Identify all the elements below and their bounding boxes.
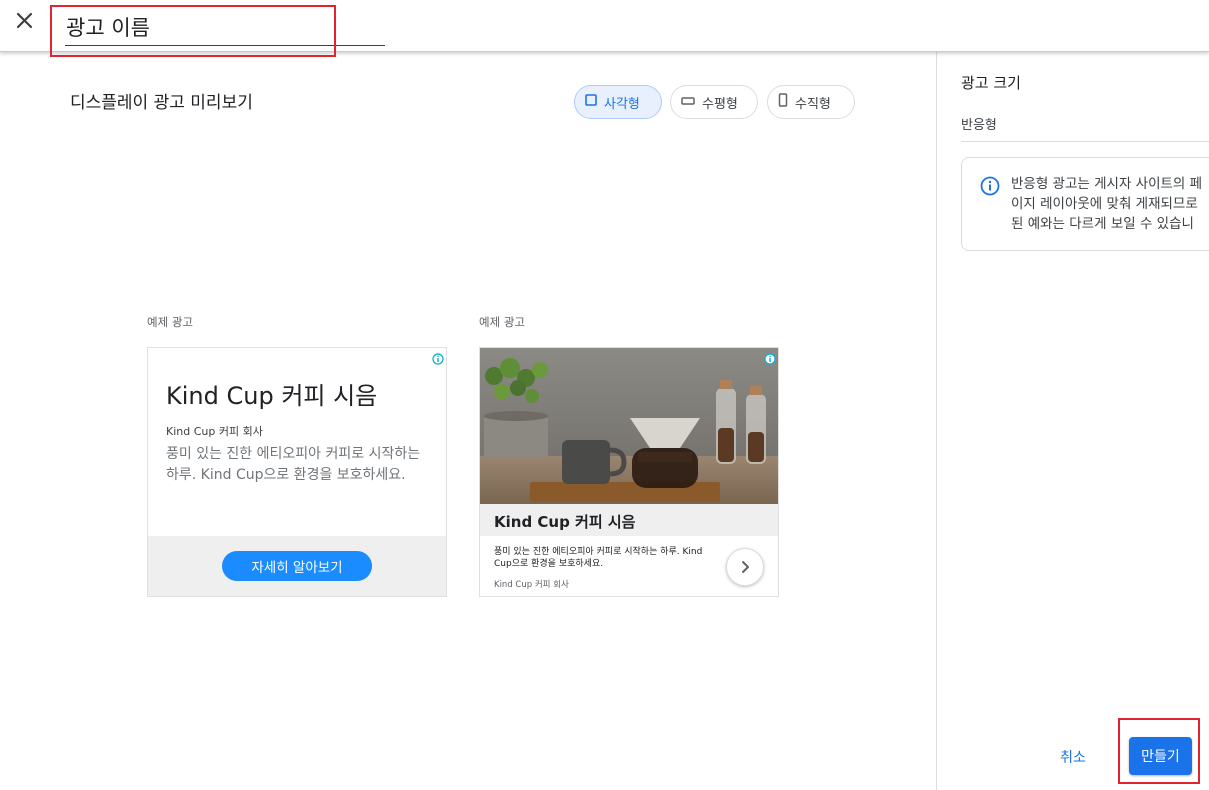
adchoices-info-icon[interactable] — [432, 350, 444, 369]
format-label: 사각형 — [604, 96, 640, 112]
create-button[interactable]: 만들기 — [1129, 737, 1192, 775]
info-line: 이지 레이아웃에 맞춰 게재되므로 — [1011, 196, 1198, 212]
info-text: 반응형 광고는 게시자 사이트의 페 이지 레이아웃에 맞춰 게재되므로 된 예… — [1011, 174, 1209, 234]
format-horizontal-toggle[interactable]: 수평형 — [670, 85, 758, 119]
learn-more-button[interactable]: 자세히 알아보기 — [222, 551, 372, 581]
panel-divider — [936, 52, 937, 790]
ad-size-title: 광고 크기 — [961, 74, 1021, 92]
sample-ad-text: Kind Cup 커피 시음 Kind Cup 커피 회사 풍미 있는 진한 에… — [147, 347, 447, 597]
ad-description: 풍미 있는 진한 에티오피아 커피로 시작하는 하루. Kind Cup으로 환… — [166, 446, 421, 483]
coffee-photo — [480, 348, 778, 504]
ad-headline: Kind Cup 커피 시음 — [494, 513, 636, 531]
cancel-button[interactable]: 취소 — [1048, 744, 1098, 770]
ad-size-field[interactable]: 반응형 — [961, 114, 1209, 142]
square-icon — [585, 94, 597, 110]
sample-ad-image: Kind Cup 커피 시음 풍미 있는 진한 에티오피아 커피로 시작하는 하… — [479, 347, 779, 597]
info-box: 반응형 광고는 게시자 사이트의 페 이지 레이아웃에 맞춰 게재되므로 된 예… — [961, 157, 1209, 251]
ad-headline-bar: Kind Cup 커피 시음 — [480, 504, 778, 536]
info-line: 된 예와는 다르게 보일 수 있습니 — [1011, 216, 1194, 232]
ad-footer: 자세히 알아보기 — [148, 536, 446, 596]
ad-headline: Kind Cup 커피 시음 — [166, 382, 378, 410]
ad-name-input[interactable] — [65, 8, 385, 46]
vertical-rect-icon — [778, 93, 788, 111]
info-icon — [980, 176, 1000, 200]
sample-ad-label: 예제 광고 — [147, 315, 193, 329]
ad-business-name: Kind Cup 커피 회사 — [494, 580, 569, 590]
horizontal-rect-icon — [681, 95, 695, 110]
ad-description: 풍미 있는 진한 에티오피아 커피로 시작하는 하루. Kind Cup으로 환… — [494, 547, 703, 569]
ad-business-name: Kind Cup 커피 회사 — [166, 425, 263, 438]
preview-title: 디스플레이 광고 미리보기 — [70, 93, 253, 113]
close-icon[interactable] — [14, 10, 36, 32]
format-label: 수평형 — [702, 96, 738, 112]
chevron-right-icon[interactable] — [726, 548, 764, 586]
sample-ad-label: 예제 광고 — [479, 315, 525, 329]
format-label: 수직형 — [795, 96, 831, 112]
top-bar — [0, 0, 1209, 52]
format-vertical-toggle[interactable]: 수직형 — [767, 85, 855, 119]
info-line: 반응형 광고는 게시자 사이트의 페 — [1011, 176, 1203, 192]
format-square-toggle[interactable]: 사각형 — [574, 85, 662, 119]
adchoices-info-icon[interactable] — [764, 350, 776, 369]
